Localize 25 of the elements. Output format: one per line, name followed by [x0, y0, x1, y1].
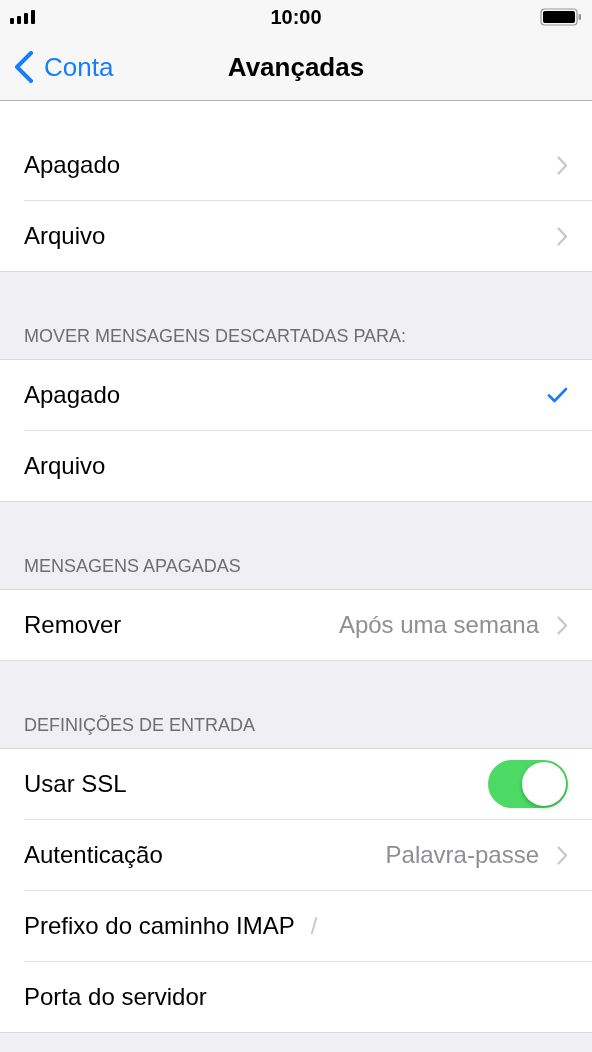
list-row[interactable]: Autenticação Palavra-passe — [24, 820, 592, 891]
list-row[interactable]: Arquivo — [24, 431, 592, 501]
chevron-icon — [557, 615, 568, 635]
section-header: DEFINIÇÕES DE ENTRADA — [24, 715, 256, 736]
status-time: 10:00 — [269, 5, 323, 29]
chevron-icon — [557, 845, 568, 865]
list-row[interactable]: Arquivo — [24, 201, 592, 271]
section-header: MENSAGENS APAGADAS — [24, 556, 241, 577]
back-chevron-icon — [14, 51, 34, 83]
row-value: Palavra-passe — [385, 841, 539, 869]
screen-title: Avançadas — [227, 51, 365, 83]
toggle-switch[interactable] — [488, 760, 568, 808]
field-row[interactable]: Porta do servidor — [24, 962, 592, 1032]
section-header: MOVER MENSAGENS DESCARTADAS PARA: — [24, 326, 407, 347]
toggle-row[interactable]: Usar SSL — [24, 749, 592, 820]
list-row[interactable]: Apagado — [24, 130, 592, 201]
signal-icon — [10, 10, 36, 24]
chevron-icon — [557, 226, 568, 246]
back-button[interactable]: Conta — [0, 51, 114, 83]
list-row[interactable]: Apagado — [24, 360, 592, 431]
field-row[interactable]: Prefixo do caminho IMAP / — [24, 891, 592, 962]
row-value: Após uma semana — [338, 611, 539, 639]
chevron-icon — [557, 155, 568, 175]
battery-icon — [540, 8, 582, 26]
input-field[interactable]: / — [308, 905, 568, 947]
